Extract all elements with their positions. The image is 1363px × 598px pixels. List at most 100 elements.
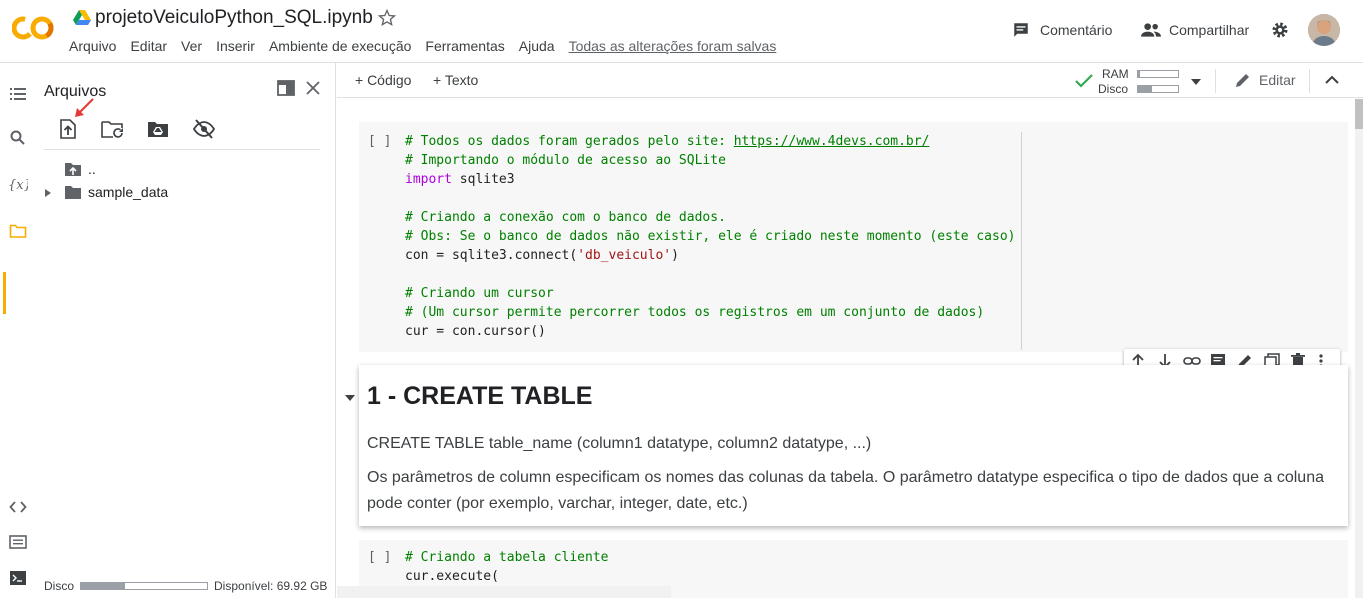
menu-ambiente[interactable]: Ambiente de execução — [269, 38, 411, 56]
ram-usage-fill — [1138, 71, 1140, 77]
code-line: # Obs: Se o banco de dados não existir, … — [405, 227, 1015, 246]
colab-logo[interactable] — [11, 14, 54, 42]
saved-status[interactable]: Todas as alterações foram salvas — [569, 38, 777, 56]
code-token[interactable]: https://www.4devs.com.br/ — [734, 134, 930, 149]
vertical-scrollbar[interactable] — [1355, 99, 1363, 598]
hide-files-icon[interactable] — [193, 119, 215, 139]
menu-bar: Arquivo Editar Ver Inserir Ambiente de e… — [69, 38, 790, 56]
run-cell-button[interactable]: [ ] — [368, 134, 391, 149]
code-token: # Importando o módulo de acesso ao SQLit… — [405, 153, 726, 168]
add-text-button[interactable]: + Texto — [433, 72, 478, 88]
share-label: Compartilhar — [1169, 22, 1250, 38]
code-token: # Criando a tabela cliente — [405, 550, 609, 565]
menu-ferramentas[interactable]: Ferramentas — [425, 38, 504, 56]
notebook-title[interactable]: projetoVeiculoPython_SQL.ipynb — [95, 7, 373, 29]
disk-usage-fill — [81, 583, 126, 589]
menu-ver[interactable]: Ver — [181, 38, 202, 56]
add-code-button[interactable]: + Código — [355, 72, 411, 88]
chevron-down-icon[interactable] — [1191, 79, 1201, 85]
cell-divider — [1021, 132, 1022, 350]
connected-check-icon — [1075, 74, 1093, 88]
parent-folder-label[interactable]: .. — [88, 161, 96, 177]
collapse-section-icon[interactable] — [345, 395, 355, 401]
disk-usage-fill-toolbar — [1138, 86, 1152, 92]
code-token: con = sqlite3.connect( — [405, 248, 578, 263]
folder-icon[interactable] — [9, 222, 27, 240]
ram-label: RAM — [1102, 67, 1129, 81]
expand-arrow-icon[interactable] — [45, 189, 51, 197]
code-token: # Criando um cursor — [405, 286, 554, 301]
variables-icon[interactable]: {x} — [8, 175, 28, 193]
toolbar-separator — [1215, 69, 1216, 93]
mount-drive-icon[interactable] — [147, 120, 169, 138]
edit-button[interactable]: Editar — [1235, 72, 1296, 88]
open-in-tab-icon[interactable] — [277, 80, 295, 96]
code-token: # (Um cursor permite percorrer todos os … — [405, 305, 985, 320]
active-indicator — [3, 272, 6, 314]
user-avatar[interactable] — [1308, 14, 1340, 46]
star-icon[interactable] — [377, 8, 397, 28]
refresh-folder-icon[interactable] — [101, 120, 125, 139]
code-line: # Criando a conexão com o banco de dados… — [405, 208, 1015, 227]
upload-file-icon[interactable] — [59, 119, 77, 139]
text-cell[interactable]: 1 - CREATE TABLE CREATE TABLE table_name… — [359, 365, 1348, 526]
code-token: sqlite3 — [451, 172, 515, 187]
files-panel: Arquivos .. sample_data Disco Disponível… — [36, 63, 336, 598]
comment-button[interactable]: Comentário — [1012, 19, 1112, 41]
paragraph-syntax: CREATE TABLE table_name (column1 datatyp… — [367, 435, 872, 452]
disk-usage-bar-toolbar — [1137, 85, 1179, 93]
menu-arquivo[interactable]: Arquivo — [69, 38, 116, 56]
header: projetoVeiculoPython_SQL.ipynb Arquivo E… — [0, 0, 1363, 63]
terminal-icon[interactable] — [9, 569, 27, 587]
toolbar-divider — [44, 149, 320, 150]
disk-label: Disco — [1098, 82, 1129, 96]
people-icon — [1141, 23, 1161, 37]
scrollbar-thumb[interactable] — [1355, 99, 1363, 129]
table-of-contents-icon[interactable] — [9, 85, 27, 103]
search-icon[interactable] — [9, 129, 27, 147]
menu-inserir[interactable]: Inserir — [216, 38, 255, 56]
code-snippets-icon[interactable] — [9, 498, 27, 516]
disk-available-label: Disponível: 69.92 GB — [214, 579, 328, 593]
code-line: con = sqlite3.connect('db_veiculo') — [405, 246, 1015, 265]
code-token: # Obs: Se o banco de dados não existir, … — [405, 229, 1016, 244]
red-arrow-annotation — [75, 98, 94, 117]
horizontal-scrollbar[interactable] — [337, 586, 671, 598]
disk-label: Disco — [44, 579, 75, 593]
close-icon[interactable] — [305, 80, 321, 96]
disk-usage-bar — [80, 582, 209, 590]
code-line: import sqlite3 — [405, 170, 1015, 189]
pencil-icon — [1236, 74, 1249, 87]
sample-data-folder[interactable]: sample_data — [88, 184, 168, 200]
code-cell-1[interactable]: [ ] # Todos os dados foram gerados pelo … — [359, 122, 1348, 352]
code-line: # Criando um cursor — [405, 284, 1015, 303]
code-line: # Todos os dados foram gerados pelo site… — [405, 132, 1015, 151]
share-button[interactable]: Compartilhar — [1141, 19, 1249, 41]
code-editor[interactable]: # Criando a tabela cliente cur.execute( — [405, 548, 609, 586]
code-line: cur = con.cursor() — [405, 322, 1015, 341]
code-line: # (Um cursor permite percorrer todos os … — [405, 303, 1015, 322]
notebook-area: [ ] # Todos os dados foram gerados pelo … — [337, 99, 1363, 598]
menu-editar[interactable]: Editar — [130, 38, 167, 56]
code-line: cur.execute( — [405, 567, 609, 586]
comment-icon — [1014, 23, 1028, 37]
code-token: cur = con.cursor() — [405, 324, 546, 339]
run-cell-button[interactable]: [ ] — [368, 550, 391, 565]
chevron-up-icon[interactable] — [1324, 72, 1340, 88]
command-palette-icon[interactable] — [9, 533, 27, 551]
settings-gear-icon[interactable] — [1270, 20, 1290, 40]
folder-icon[interactable] — [64, 185, 82, 200]
menu-ajuda[interactable]: Ajuda — [519, 38, 555, 56]
resources-indicator[interactable]: RAM Disco — [1075, 66, 1201, 96]
code-editor[interactable]: # Todos os dados foram gerados pelo site… — [405, 132, 1015, 341]
svg-text:{x}: {x} — [8, 178, 28, 193]
disk-usage-footer: Disco Disponível: 69.92 GB — [44, 579, 328, 593]
code-line: # Importando o módulo de acesso ao SQLit… — [405, 151, 1015, 170]
parent-folder-icon[interactable] — [64, 162, 82, 177]
side-rail: {x} — [0, 63, 36, 598]
paragraph-description: Os parâmetros de column especificam os n… — [367, 469, 1324, 512]
comment-label: Comentário — [1040, 22, 1113, 38]
google-drive-icon[interactable] — [73, 10, 91, 26]
